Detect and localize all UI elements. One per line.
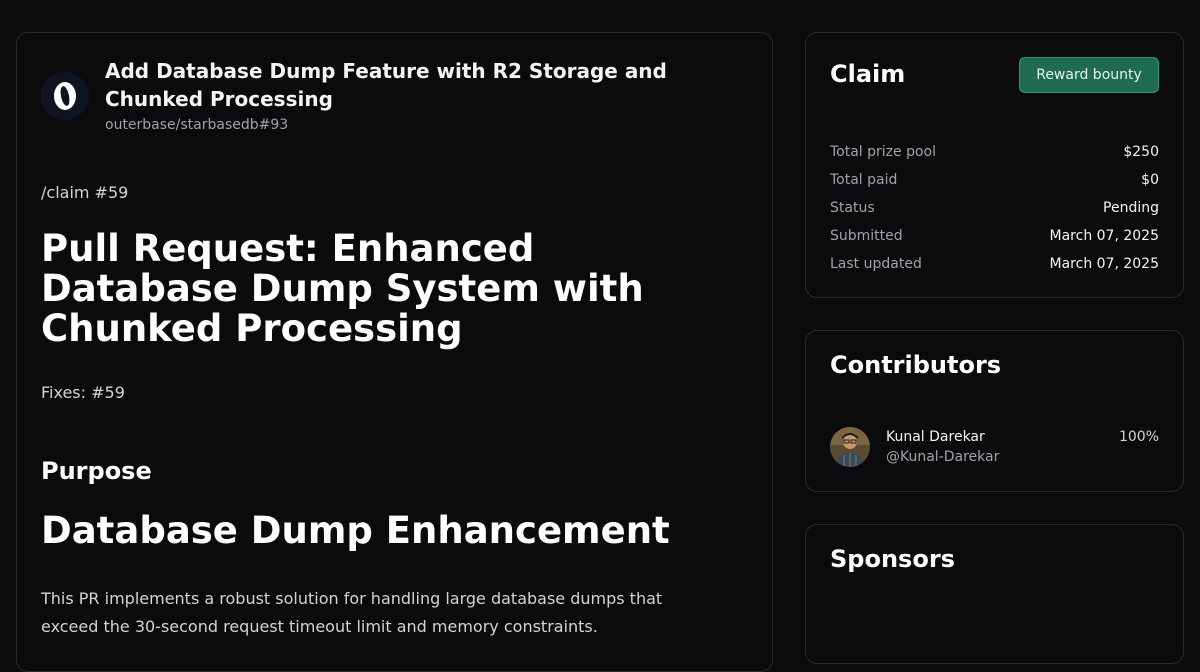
repo-reference[interactable]: outerbase/starbasedb#93	[105, 115, 705, 135]
sponsors-card: Sponsors	[805, 524, 1184, 664]
detail-label: Submitted	[830, 228, 903, 244]
description-paragraph: This PR implements a robust solution for…	[41, 589, 663, 636]
pr-heading: Pull Request: Enhanced Database Dump Sys…	[41, 227, 644, 350]
contributors-title: Contributors	[830, 351, 1002, 379]
claim-title: Claim	[830, 60, 906, 88]
contributor-handle[interactable]: @Kunal-Darekar	[886, 447, 1119, 467]
contributor-name[interactable]: Kunal Darekar	[886, 427, 1119, 447]
status-badge: Pending	[1103, 200, 1159, 216]
detail-value: March 07, 2025	[1049, 256, 1159, 272]
detail-row-submitted: Submitted March 07, 2025	[830, 226, 1159, 254]
detail-value: $250	[1123, 144, 1159, 160]
detail-row-status: Status Pending	[830, 198, 1159, 226]
sponsors-title: Sponsors	[830, 545, 955, 573]
detail-value: $0	[1141, 172, 1159, 188]
detail-label: Last updated	[830, 256, 922, 272]
enhancement-heading: Database Dump Enhancement	[41, 509, 670, 552]
detail-label: Total paid	[830, 172, 898, 188]
detail-row-prize-pool: Total prize pool $250	[830, 142, 1159, 170]
detail-row-total-paid: Total paid $0	[830, 170, 1159, 198]
detail-value: March 07, 2025	[1049, 228, 1159, 244]
contributor-share: 100%	[1118, 429, 1159, 445]
fixes-text: Fixes: #59	[41, 383, 125, 402]
detail-label: Total prize pool	[830, 144, 936, 160]
contributor-item[interactable]: Kunal Darekar @Kunal-Darekar 100%	[830, 427, 1159, 467]
detail-label: Status	[830, 200, 875, 216]
purpose-heading: Purpose	[41, 457, 152, 485]
reward-bounty-button[interactable]: Reward bounty	[1019, 57, 1159, 93]
issue-title[interactable]: Add Database Dump Feature with R2 Storag…	[105, 57, 705, 113]
claim-reference: /claim #59	[41, 183, 129, 202]
outerbase-logo-icon	[41, 72, 89, 120]
claim-details: Total prize pool $250 Total paid $0 Stat…	[830, 142, 1159, 282]
contributors-card: Contributors Kunal Darekar @Kunal-Dareka…	[805, 330, 1184, 492]
issue-header: Add Database Dump Feature with R2 Storag…	[41, 57, 748, 135]
claim-card: Claim Reward bounty Total prize pool $25…	[805, 32, 1184, 298]
issue-panel: Add Database Dump Feature with R2 Storag…	[16, 32, 773, 672]
user-avatar-icon[interactable]	[830, 427, 870, 467]
detail-row-last-updated: Last updated March 07, 2025	[830, 254, 1159, 282]
